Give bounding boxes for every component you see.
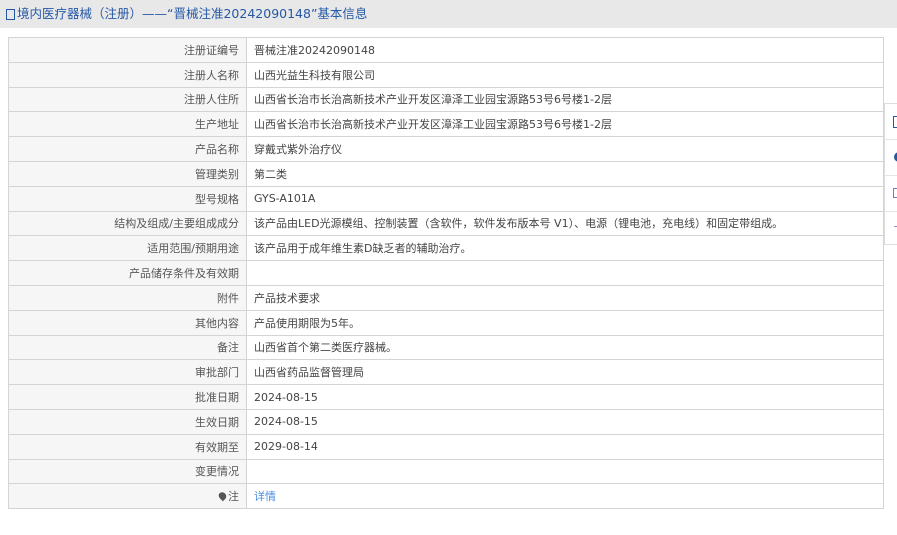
page-title: 境内医疗器械（注册）——“晋械注准20242090148”基本信息 (17, 6, 368, 21)
row-value (246, 260, 884, 286)
row-value (246, 458, 884, 485)
row-label: 变更情况 (8, 458, 247, 485)
row-value: 产品技术要求 (246, 284, 884, 311)
document-icon (6, 9, 15, 20)
row-label: 型号规格 (8, 185, 247, 212)
row-label: 批准日期 (8, 384, 247, 410)
row-value: 该产品由LED光源模组、控制装置（含软件，软件发布版本号 V1）、电源（锂电池，… (246, 210, 884, 237)
row-label: 备注 (8, 334, 247, 361)
square-icon (893, 116, 897, 128)
table-row: 管理类别 第二类 (8, 160, 884, 187)
table-row: 产品储存条件及有效期 (8, 260, 884, 286)
row-label: 附件 (8, 284, 247, 311)
table-row: 有效期至 2029-08-14 (8, 433, 884, 460)
row-value: 产品使用期限为5年。 (246, 309, 884, 336)
row-label: 生效日期 (8, 408, 247, 435)
note-label: 注 (228, 490, 239, 504)
table-row: 附件 产品技术要求 (8, 284, 884, 311)
page-header: 境内医疗器械（注册）——“晋械注准20242090148”基本信息 (0, 0, 897, 28)
row-label: 生产地址 (8, 111, 247, 138)
table-row: 变更情况 (8, 458, 884, 485)
side-tool-1[interactable] (885, 104, 897, 140)
row-label: 注 (8, 483, 247, 510)
table-row: 注册人名称 山西光益生科技有限公司 (8, 61, 884, 88)
row-value: 山西省药品监督管理局 (246, 359, 884, 386)
table-row: 注册人住所 山西省长治市长治高新技术产业开发区漳泽工业园宝源路53号6号楼1-2层 (8, 86, 884, 113)
table-row: 生产地址 山西省长治市长治高新技术产业开发区漳泽工业园宝源路53号6号楼1-2层 (8, 111, 884, 138)
row-label: 管理类别 (8, 160, 247, 187)
row-value: 山西省长治市长治高新技术产业开发区漳泽工业园宝源路53号6号楼1-2层 (246, 86, 884, 113)
row-label: 其他内容 (8, 309, 247, 336)
row-label: 注册证编号 (8, 37, 247, 63)
share-icon (893, 188, 897, 198)
row-label: 注册人住所 (8, 86, 247, 113)
table-row: 批准日期 2024-08-15 (8, 384, 884, 410)
row-value: 2024-08-15 (246, 384, 884, 410)
row-value: 穿戴式紫外治疗仪 (246, 136, 884, 162)
side-tool-2[interactable] (885, 140, 897, 176)
row-label: 注册人名称 (8, 61, 247, 88)
row-value: 2024-08-15 (246, 408, 884, 435)
row-value: GYS-A101A (246, 185, 884, 212)
row-value: 山西光益生科技有限公司 (246, 61, 884, 88)
row-label: 结构及组成/主要组成成分 (8, 210, 247, 237)
row-label: 适用范围/预期用途 (8, 235, 247, 262)
side-tool-4[interactable] (885, 212, 897, 247)
side-tool-3[interactable] (885, 176, 897, 212)
table-row: 适用范围/预期用途 该产品用于成年维生素D缺乏者的辅助治疗。 (8, 235, 884, 262)
table-row: 结构及组成/主要组成成分 该产品由LED光源模组、控制装置（含软件，软件发布版本号… (8, 210, 884, 237)
pin-icon (217, 490, 228, 502)
row-label: 产品储存条件及有效期 (8, 260, 247, 286)
row-label: 产品名称 (8, 136, 247, 162)
table-row: 型号规格 GYS-A101A (8, 185, 884, 212)
info-table: 注册证编号 晋械注准20242090148 注册人名称 山西光益生科技有限公司 注册人住… (8, 37, 884, 510)
table-row: 生效日期 2024-08-15 (8, 408, 884, 435)
row-value: 晋械注准20242090148 (246, 37, 884, 63)
row-label: 审批部门 (8, 359, 247, 386)
table-row: 产品名称 穿戴式紫外治疗仪 (8, 136, 884, 162)
table-row: 其他内容 产品使用期限为5年。 (8, 309, 884, 336)
table-row: 注册证编号 晋械注准20242090148 (8, 37, 884, 63)
row-value: 2029-08-14 (246, 433, 884, 460)
row-value: 该产品用于成年维生素D缺乏者的辅助治疗。 (246, 235, 884, 262)
table-row-note: 注 详情 (8, 483, 884, 510)
details-link[interactable]: 详情 (254, 490, 276, 503)
row-value: 山西省首个第二类医疗器械。 (246, 334, 884, 361)
row-value: 山西省长治市长治高新技术产业开发区漳泽工业园宝源路53号6号楼1-2层 (246, 111, 884, 138)
side-toolbar (884, 103, 897, 245)
row-label: 有效期至 (8, 433, 247, 460)
row-value: 第二类 (246, 160, 884, 187)
table-row: 备注 山西省首个第二类医疗器械。 (8, 334, 884, 361)
table-row: 审批部门 山西省药品监督管理局 (8, 359, 884, 386)
